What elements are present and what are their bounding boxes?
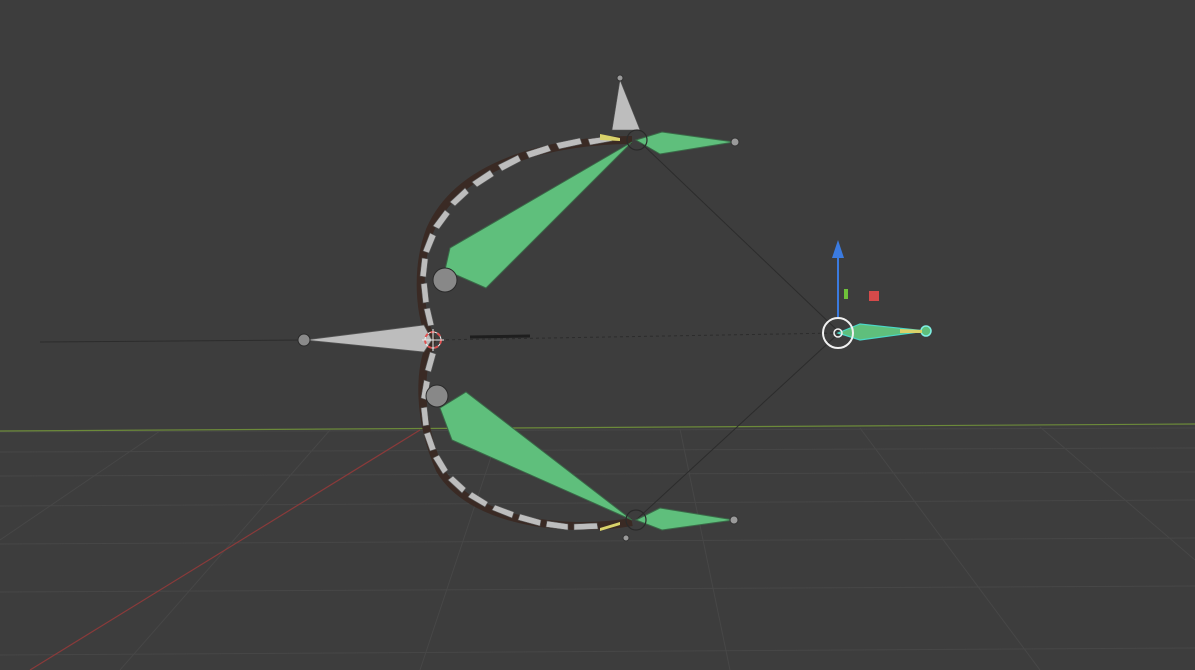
floor-grid [0,426,1195,670]
root-bone[interactable] [304,324,433,353]
upper-end-joint[interactable] [730,137,740,147]
x-axis-handle-icon[interactable] [869,291,879,301]
lower-pole-joint[interactable] [622,534,630,542]
string-end-joint[interactable] [920,325,932,337]
upper-ik-bone[interactable] [444,141,633,289]
y-axis-handle-icon[interactable] [844,289,848,299]
upper-tip-bone[interactable] [634,131,735,155]
3d-viewport[interactable] [0,0,1195,670]
string-yellow-bone[interactable] [900,329,922,333]
lower-end-joint[interactable] [729,515,739,525]
upper-pole-bone[interactable] [611,78,641,131]
upper-ik-joint[interactable] [432,267,458,293]
upper-pole-joint[interactable] [616,74,624,82]
lower-tip-bone[interactable] [634,507,735,531]
lower-ik-joint[interactable] [425,384,449,408]
arrow-shaft-shadow [469,334,531,339]
root-joint[interactable] [297,333,311,347]
upper-tip-yellow-bone[interactable] [600,134,620,141]
z-axis-arrow-icon[interactable] [832,240,844,258]
x-axis-line [29,429,421,670]
